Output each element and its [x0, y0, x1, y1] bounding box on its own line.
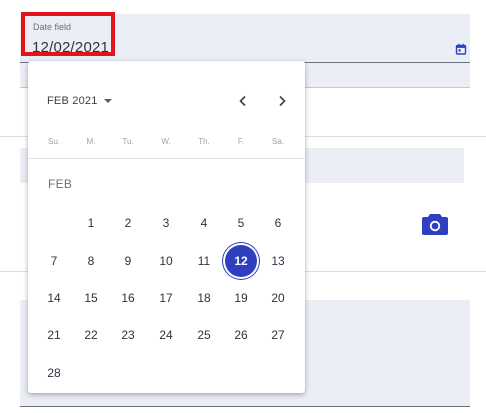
- prev-month-button[interactable]: [234, 92, 252, 110]
- weekday-label: Th.: [198, 137, 210, 146]
- weekday-divider: [28, 158, 305, 159]
- day-cell[interactable]: 8: [75, 245, 107, 277]
- day-cell[interactable]: 7: [38, 245, 70, 277]
- weekday-label: F.: [237, 137, 245, 146]
- day-cell[interactable]: 13: [262, 245, 294, 277]
- day-cell[interactable]: 10: [150, 245, 182, 277]
- weekday-label: W.: [161, 137, 171, 146]
- weekday-label: Su.: [47, 137, 60, 146]
- chevron-right-icon: [279, 95, 286, 107]
- day-cell[interactable]: 6: [262, 207, 294, 239]
- day-cell[interactable]: 20: [262, 282, 294, 314]
- weekday-label: Sa.: [271, 137, 284, 146]
- day-cell[interactable]: 2: [112, 207, 144, 239]
- day-cell[interactable]: 4: [188, 207, 220, 239]
- day-cell[interactable]: 9: [112, 245, 144, 277]
- calendar-icon[interactable]: [455, 43, 467, 55]
- chevron-left-icon: [239, 95, 246, 107]
- day-cell[interactable]: 23: [112, 319, 144, 351]
- caret-down-icon: [103, 99, 112, 103]
- day-cell[interactable]: 19: [225, 282, 257, 314]
- day-cell[interactable]: 5: [225, 207, 257, 239]
- weekday-label: M.: [86, 137, 96, 146]
- weekday-label: Tu.: [122, 137, 134, 146]
- day-cell[interactable]: 28: [38, 357, 70, 389]
- day-cell[interactable]: 21: [38, 319, 70, 351]
- day-selected[interactable]: 12: [225, 245, 257, 277]
- day-cell[interactable]: 17: [150, 282, 182, 314]
- day-cell[interactable]: 15: [75, 282, 107, 314]
- day-cell[interactable]: 24: [150, 319, 182, 351]
- day-cell[interactable]: 3: [150, 207, 182, 239]
- day-cell[interactable]: 16: [112, 282, 144, 314]
- field-underline: [20, 406, 470, 407]
- highlight-box: [21, 12, 115, 56]
- day-cell[interactable]: 25: [188, 319, 220, 351]
- day-cell[interactable]: 11: [188, 245, 220, 277]
- day-cell[interactable]: 27: [262, 319, 294, 351]
- month-year-label: FEB 2021: [47, 95, 98, 107]
- day-cell[interactable]: 18: [188, 282, 220, 314]
- day-cell[interactable]: 26: [225, 319, 257, 351]
- camera-icon[interactable]: [421, 212, 449, 236]
- month-heading: FEB: [48, 177, 73, 191]
- datepicker-popup: FEB 2021 Su. M. Tu. W. Th. F. Sa. FEB 12345678…: [28, 61, 305, 393]
- day-cell[interactable]: 22: [75, 319, 107, 351]
- next-month-button[interactable]: [273, 92, 291, 110]
- day-cell[interactable]: 1: [75, 207, 107, 239]
- day-cell[interactable]: 14: [38, 282, 70, 314]
- month-year-dropdown[interactable]: FEB 2021: [47, 94, 112, 108]
